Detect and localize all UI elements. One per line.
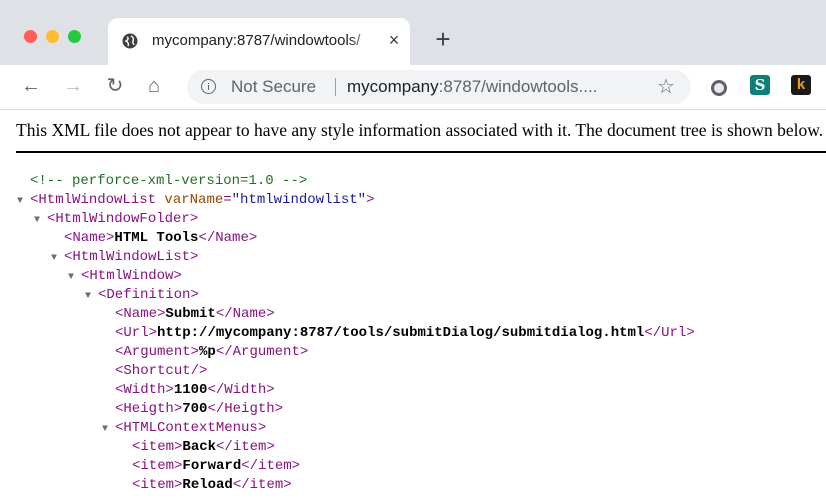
xml-tag-name: Heigth xyxy=(123,401,174,417)
home-button[interactable]: ⌂ xyxy=(143,75,165,97)
reload-button[interactable]: ↻ xyxy=(104,75,126,97)
xml-text: Submit xyxy=(165,306,216,322)
xml-line: <item>Forward</item> xyxy=(132,457,300,476)
xml-text: HTML Tools xyxy=(114,230,199,246)
xml-line: ▼ <HtmlWindowList> xyxy=(51,248,198,267)
xml-tag-close: > xyxy=(190,344,200,360)
globe-icon xyxy=(122,33,138,49)
xml-tag-close: /> xyxy=(190,363,208,379)
xml-line: ▼ <HtmlWindowList varName="htmlwindowlist… xyxy=(17,191,374,210)
collapse-triangle-icon[interactable]: ▼ xyxy=(51,249,64,268)
xml-text: Reload xyxy=(182,477,233,493)
xml-tag-name: item xyxy=(140,439,175,455)
xml-end-tag: </Width> xyxy=(207,382,275,398)
xml-line: ▼ <HtmlWindowFolder> xyxy=(34,210,198,229)
xml-tag-close: > xyxy=(173,268,182,284)
xml-attr-eq: = xyxy=(223,192,232,208)
xml-tag-name: Definition xyxy=(106,287,191,303)
xml-tag-name: Name xyxy=(72,230,107,246)
collapse-triangle-icon[interactable]: ▼ xyxy=(34,211,47,230)
browser-tab[interactable]: mycompany:8787/windowtools/ × xyxy=(108,18,410,65)
xml-tag-name: Shortcut xyxy=(123,363,191,379)
xml-end-tag: </item> xyxy=(216,439,275,455)
xml-comment-line: <!-- perforce-xml-version=1.0 --> xyxy=(30,172,307,191)
xml-text: 700 xyxy=(182,401,208,417)
xml-line: <Heigth>700</Heigth> xyxy=(115,400,283,419)
xml-end-tag: </Name> xyxy=(215,306,275,322)
xml-end-tag: </item> xyxy=(232,477,292,493)
xml-text: 1100 xyxy=(173,382,208,398)
xml-line: <Name>Submit</Name> xyxy=(115,305,275,324)
collapse-triangle-icon[interactable]: ▼ xyxy=(85,287,98,306)
xml-text: %p xyxy=(199,344,216,360)
tab-close-icon[interactable]: × xyxy=(384,30,404,50)
xml-end-tag: </Argument> xyxy=(215,344,309,360)
s-extension-icon[interactable]: S xyxy=(750,75,770,95)
xml-line: ▼ <Definition> xyxy=(85,286,199,305)
xml-style-notice: This XML file does not appear to have an… xyxy=(16,120,824,140)
tab-title: mycompany:8787/windowtools/ xyxy=(152,32,361,49)
security-label[interactable]: Not Secure xyxy=(231,77,316,97)
xml-text: http://mycompany:8787/tools/submitDialog… xyxy=(157,325,645,341)
k-extension-icon[interactable]: k xyxy=(791,75,811,95)
xml-end-tag: </Heigth> xyxy=(207,401,284,417)
xml-tag-name: HtmlWindowList xyxy=(38,192,157,208)
xml-line: <Width>1100</Width> xyxy=(115,381,275,400)
xml-tag-close: > xyxy=(190,287,199,303)
xml-line: <Shortcut/> xyxy=(115,362,207,381)
xml-tag-close: > xyxy=(366,192,375,208)
xml-tag-name: Url xyxy=(123,325,149,341)
xml-line: <item>Reload</item> xyxy=(132,476,292,495)
url-text[interactable]: mycompany:8787/windowtools.... xyxy=(347,77,597,97)
address-bar[interactable]: Not Secure mycompany:8787/windowtools...… xyxy=(187,70,691,104)
xml-line: ▼ <HtmlWindow> xyxy=(68,267,182,286)
xml-tag-name: HtmlWindowList xyxy=(72,249,191,265)
xml-line: <Argument>%p</Argument> xyxy=(115,343,308,362)
xml-tag-name: HtmlWindowFolder xyxy=(55,211,190,227)
xml-attr-value: "htmlwindowlist" xyxy=(231,192,367,208)
xml-tag-close: > xyxy=(257,420,267,436)
info-icon[interactable] xyxy=(201,79,216,94)
url-rest: :8787/windowtools.... xyxy=(438,77,598,96)
collapse-triangle-icon[interactable]: ▼ xyxy=(102,420,115,439)
tab-strip: mycompany:8787/windowtools/ × + xyxy=(0,0,826,65)
xml-tag-close: > xyxy=(148,325,158,341)
xml-attr-name: varName xyxy=(156,192,224,208)
xml-tag-close: > xyxy=(190,249,199,265)
xml-text: Forward xyxy=(182,458,242,474)
xml-tag-name: Width xyxy=(123,382,166,398)
xml-tag-close: > xyxy=(189,211,199,227)
xml-tag-name: Name xyxy=(123,306,158,322)
back-button[interactable]: ← xyxy=(20,75,42,97)
xml-tag-name: HTMLContextMenus xyxy=(123,420,258,436)
collapse-triangle-icon[interactable]: ▼ xyxy=(68,268,81,287)
xml-line: ▼ <HTMLContextMenus> xyxy=(102,419,266,438)
bookmark-star-icon[interactable]: ☆ xyxy=(657,76,675,98)
minimize-window-button[interactable] xyxy=(46,30,59,43)
xml-tag-close: > xyxy=(165,382,174,398)
xml-text: Back xyxy=(182,439,217,455)
xml-tag-name: item xyxy=(140,477,175,493)
forward-button[interactable]: → xyxy=(62,75,84,97)
xml-tag-name: item xyxy=(140,458,175,474)
circle-extension-icon[interactable] xyxy=(711,80,727,96)
xml-line: <Url>http://mycompany:8787/tools/submitD… xyxy=(115,324,695,343)
browser-toolbar: ← → ↻ ⌂ Not Secure mycompany:8787/window… xyxy=(0,65,826,110)
xml-tag-name: Argument xyxy=(123,344,191,360)
xml-end-tag: </Url> xyxy=(644,325,695,341)
omnibox-divider xyxy=(335,78,336,96)
xml-tag-name: HtmlWindow xyxy=(89,268,174,284)
zoom-window-button[interactable] xyxy=(68,30,81,43)
new-tab-button[interactable]: + xyxy=(432,26,454,52)
xml-line: <Name>HTML Tools</Name> xyxy=(64,229,257,248)
collapse-triangle-icon[interactable]: ▼ xyxy=(17,192,30,211)
notice-divider xyxy=(16,151,826,153)
xml-comment: <!-- perforce-xml-version=1.0 --> xyxy=(30,173,308,189)
xml-tag-close: > xyxy=(173,401,183,417)
xml-end-tag: </Name> xyxy=(198,230,258,246)
xml-line: <item>Back</item> xyxy=(132,438,275,457)
url-host: mycompany xyxy=(347,77,439,96)
close-window-button[interactable] xyxy=(24,30,37,43)
xml-end-tag: </item> xyxy=(241,458,301,474)
